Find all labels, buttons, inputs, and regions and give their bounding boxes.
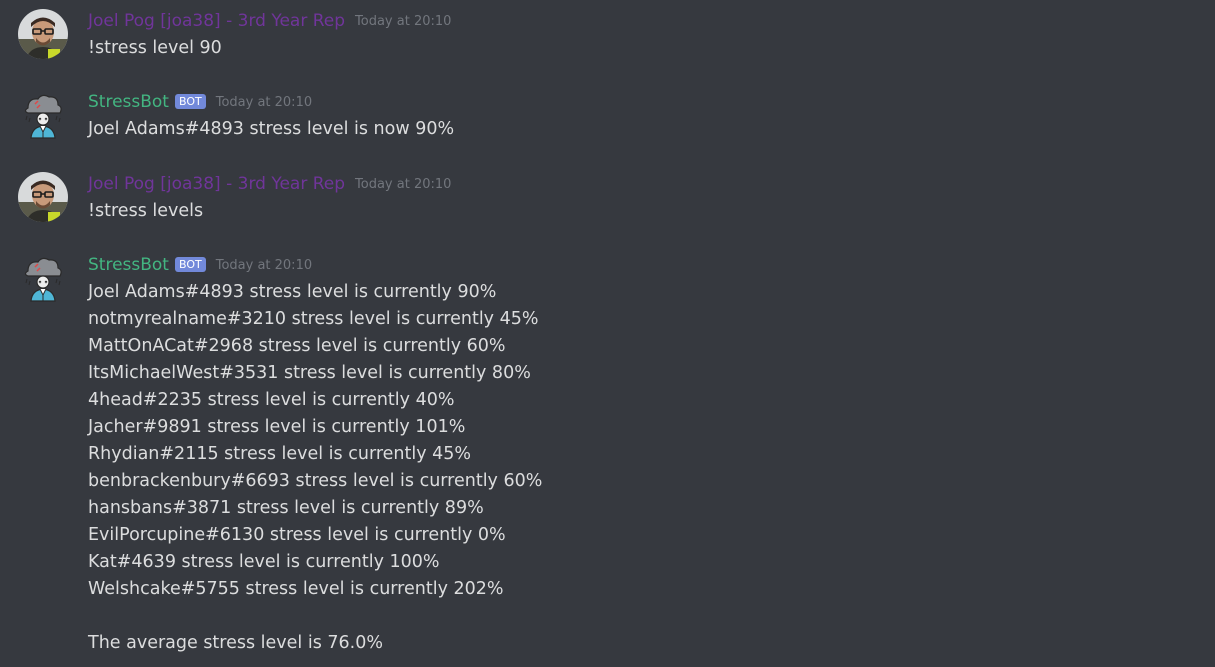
message-text: ItsMichaelWest#3531 stress level is curr… [88,363,531,383]
timestamp[interactable]: Today at 20:10 [216,95,312,110]
message-text: Joel Adams#4893 stress level is now 90% [88,119,455,139]
username[interactable]: StressBot [88,92,169,112]
timestamp[interactable]: Today at 20:10 [216,258,312,273]
message-header: StressBot BOT Today at 20:10 [88,253,312,277]
message-text: Joel Adams#4893 stress level is currentl… [88,282,497,302]
timestamp[interactable]: Today at 20:10 [355,177,451,192]
message-text: Welshcake#5755 stress level is currently… [88,579,504,599]
message-text: Rhydian#2115 stress level is currently 4… [88,444,472,464]
message-content: !stress levels [88,198,203,225]
message-content: Joel Adams#4893 stress level is now 90% [88,116,454,143]
bot-badge: BOT [174,93,206,109]
message-text: 4head#2235 stress level is currently 40% [88,390,455,410]
username[interactable]: StressBot [88,255,169,275]
message-text: MattOnACat#2968 stress level is currentl… [88,336,506,356]
stressbot-avatar-icon[interactable] [18,253,68,303]
message-text: Kat#4639 stress level is currently 100% [88,552,440,572]
message-content: !stress level 90 [88,35,222,62]
message-text: !stress level 90 [88,38,222,58]
message: Joel Pog [joa38] - 3rd Year Rep Today at … [0,9,1215,69]
message-content: Joel Adams#4893 stress level is currentl… [88,279,542,657]
username[interactable]: Joel Pog [joa38] - 3rd Year Rep [88,11,345,31]
username[interactable]: Joel Pog [joa38] - 3rd Year Rep [88,174,345,194]
message: StressBot BOT Today at 20:10 Joel Adams#48… [0,90,1215,150]
message-text: hansbans#3871 stress level is currently … [88,498,484,518]
message-text: benbrackenbury#6693 stress level is curr… [88,471,543,491]
message-text: notmyrealname#3210 stress level is curre… [88,309,539,329]
average-text: The average stress level is 76.0% [88,633,383,653]
message-text: !stress levels [88,201,204,221]
user-avatar-icon[interactable] [18,9,68,59]
message-header: Joel Pog [joa38] - 3rd Year Rep Today at … [88,172,451,196]
message-text: EvilPorcupine#6130 stress level is curre… [88,525,506,545]
message: StressBot BOT Today at 20:10 Joel Adams#48… [0,253,1215,667]
message-header: Joel Pog [joa38] - 3rd Year Rep Today at … [88,9,451,33]
message-text: Jacher#9891 stress level is currently 10… [88,417,466,437]
user-avatar-icon[interactable] [18,172,68,222]
stressbot-avatar-icon[interactable] [18,90,68,140]
message-header: StressBot BOT Today at 20:10 [88,90,312,114]
message: Joel Pog [joa38] - 3rd Year Rep Today at … [0,172,1215,232]
bot-badge: BOT [174,256,206,272]
timestamp[interactable]: Today at 20:10 [355,14,451,29]
